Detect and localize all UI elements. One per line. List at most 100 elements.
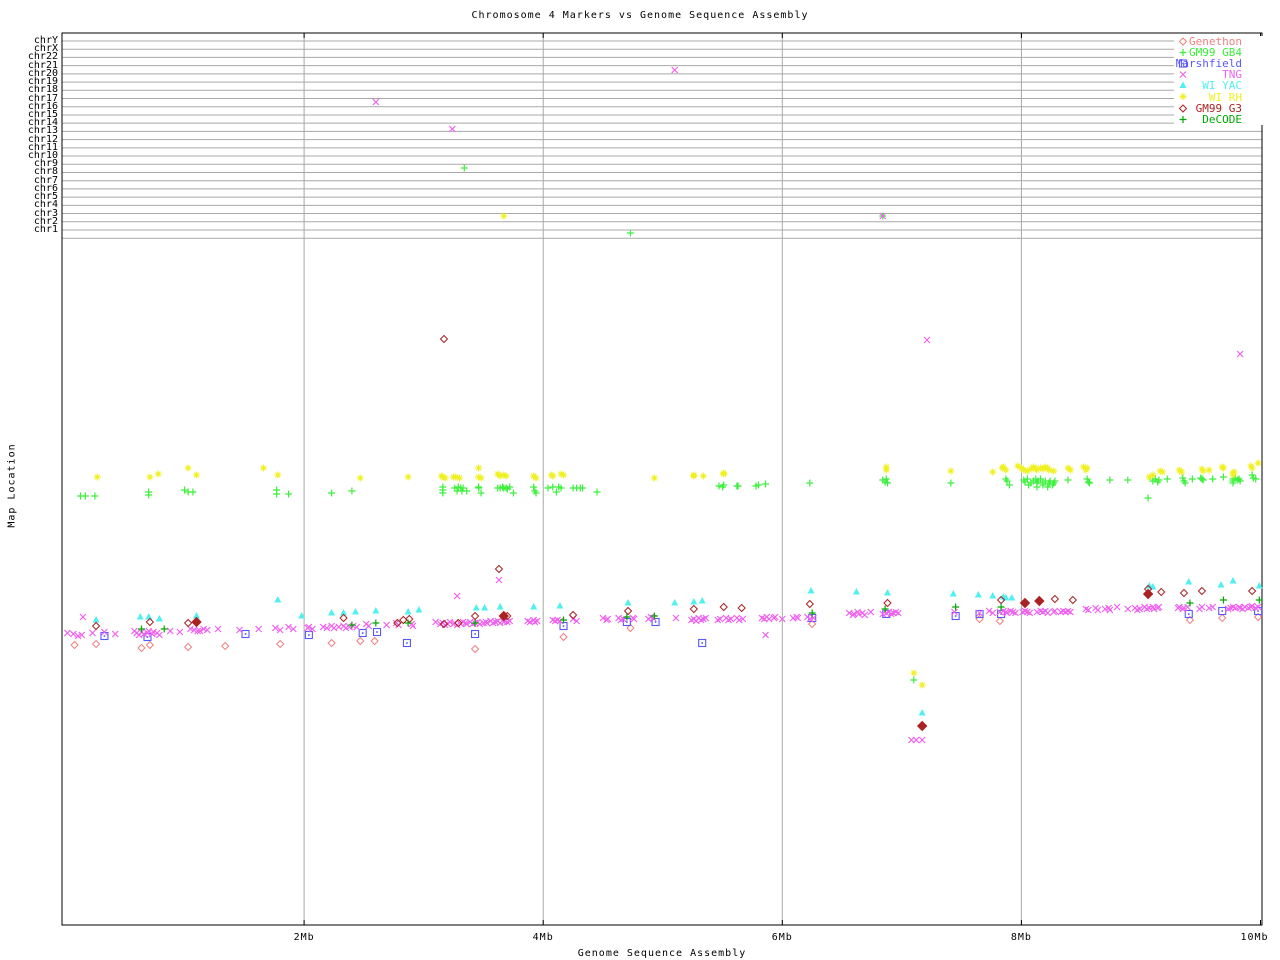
marker bbox=[509, 489, 517, 497]
legend-row: GM99 G3 bbox=[1176, 103, 1264, 114]
marker bbox=[671, 599, 679, 606]
marker bbox=[737, 603, 746, 613]
marker bbox=[1044, 609, 1052, 617]
marker bbox=[690, 472, 698, 480]
marker bbox=[214, 625, 222, 633]
marker bbox=[145, 640, 155, 650]
marker bbox=[672, 614, 680, 622]
marker bbox=[145, 617, 155, 627]
marker-dot bbox=[244, 633, 247, 635]
marker bbox=[154, 470, 162, 478]
marker bbox=[559, 632, 568, 642]
marker bbox=[975, 614, 984, 624]
marker bbox=[671, 66, 679, 74]
legend-label: GM99 G3 bbox=[1195, 101, 1242, 115]
legend-label: WI YAC bbox=[1202, 79, 1242, 93]
marker bbox=[952, 603, 960, 611]
marker bbox=[556, 602, 564, 609]
marker bbox=[328, 489, 336, 497]
plus-icon bbox=[1179, 47, 1264, 58]
marker bbox=[1106, 606, 1114, 614]
marker bbox=[1157, 587, 1166, 597]
marker bbox=[1050, 594, 1060, 604]
marker bbox=[145, 613, 153, 620]
marker-dot bbox=[1181, 62, 1184, 65]
marker bbox=[626, 229, 634, 237]
marker bbox=[409, 622, 417, 630]
marker bbox=[1179, 93, 1187, 101]
marker-dot bbox=[406, 642, 408, 644]
marker bbox=[1247, 586, 1257, 596]
marker bbox=[470, 611, 480, 621]
marker bbox=[155, 615, 163, 622]
chart-page: Chromosome 4 Markers vs Genome Sequence … bbox=[0, 0, 1280, 960]
marker bbox=[1217, 581, 1225, 588]
marker-dot bbox=[376, 631, 378, 633]
marker bbox=[176, 628, 184, 636]
marker bbox=[91, 639, 101, 649]
marker bbox=[918, 709, 926, 716]
marker bbox=[1068, 595, 1078, 605]
marker bbox=[460, 164, 468, 172]
marker bbox=[1186, 599, 1194, 607]
marker bbox=[372, 619, 380, 627]
marker bbox=[274, 471, 282, 479]
legend-row: WI YAC bbox=[1176, 80, 1264, 91]
marker bbox=[183, 642, 193, 652]
marker-dot bbox=[361, 632, 364, 634]
marker bbox=[1050, 467, 1058, 475]
marker-dot bbox=[562, 625, 565, 627]
marker bbox=[494, 564, 504, 574]
legend-row: DeCODE bbox=[1176, 114, 1264, 125]
marker bbox=[1219, 473, 1227, 481]
marker bbox=[1198, 603, 1206, 611]
marker bbox=[1179, 588, 1189, 598]
marker bbox=[470, 644, 480, 654]
plus-icon bbox=[1179, 114, 1264, 125]
marker bbox=[481, 604, 489, 611]
marker bbox=[404, 608, 412, 615]
marker bbox=[910, 669, 918, 677]
series-wi-yac bbox=[92, 577, 1263, 716]
legend-label: DeCODE bbox=[1202, 112, 1242, 126]
marker bbox=[1163, 475, 1171, 483]
marker bbox=[1236, 350, 1244, 358]
x-tick-label: 2Mb bbox=[293, 932, 315, 943]
series-tng bbox=[63, 66, 1262, 744]
marker bbox=[89, 629, 96, 637]
marker bbox=[70, 640, 79, 650]
marker-dot bbox=[103, 635, 106, 637]
marker bbox=[715, 482, 723, 490]
marker bbox=[136, 613, 144, 620]
marker bbox=[1179, 49, 1187, 57]
marker bbox=[193, 471, 201, 479]
square-open-icon bbox=[1178, 58, 1264, 69]
marker bbox=[530, 603, 538, 610]
marker bbox=[549, 483, 557, 491]
marker bbox=[1179, 81, 1187, 89]
plot-area bbox=[61, 32, 1263, 926]
marker bbox=[916, 720, 928, 732]
marker bbox=[183, 618, 193, 628]
marker bbox=[339, 613, 348, 623]
marker bbox=[1064, 476, 1072, 484]
marker bbox=[623, 606, 633, 616]
marker bbox=[146, 473, 154, 481]
marker bbox=[1178, 37, 1187, 46]
marker bbox=[370, 636, 379, 646]
series-gm99-g3-large bbox=[191, 588, 1154, 732]
marker bbox=[352, 608, 360, 615]
marker bbox=[356, 636, 365, 646]
marker bbox=[624, 599, 632, 606]
marker bbox=[861, 611, 869, 619]
marker bbox=[111, 630, 119, 638]
marker bbox=[63, 629, 71, 637]
marker bbox=[734, 482, 742, 490]
marker bbox=[689, 604, 699, 614]
marker bbox=[1218, 613, 1227, 623]
series-gm99-gb4 bbox=[77, 164, 1260, 684]
marker bbox=[415, 606, 423, 613]
marker bbox=[383, 621, 391, 629]
marker-dot bbox=[701, 642, 704, 644]
marker bbox=[356, 474, 364, 482]
